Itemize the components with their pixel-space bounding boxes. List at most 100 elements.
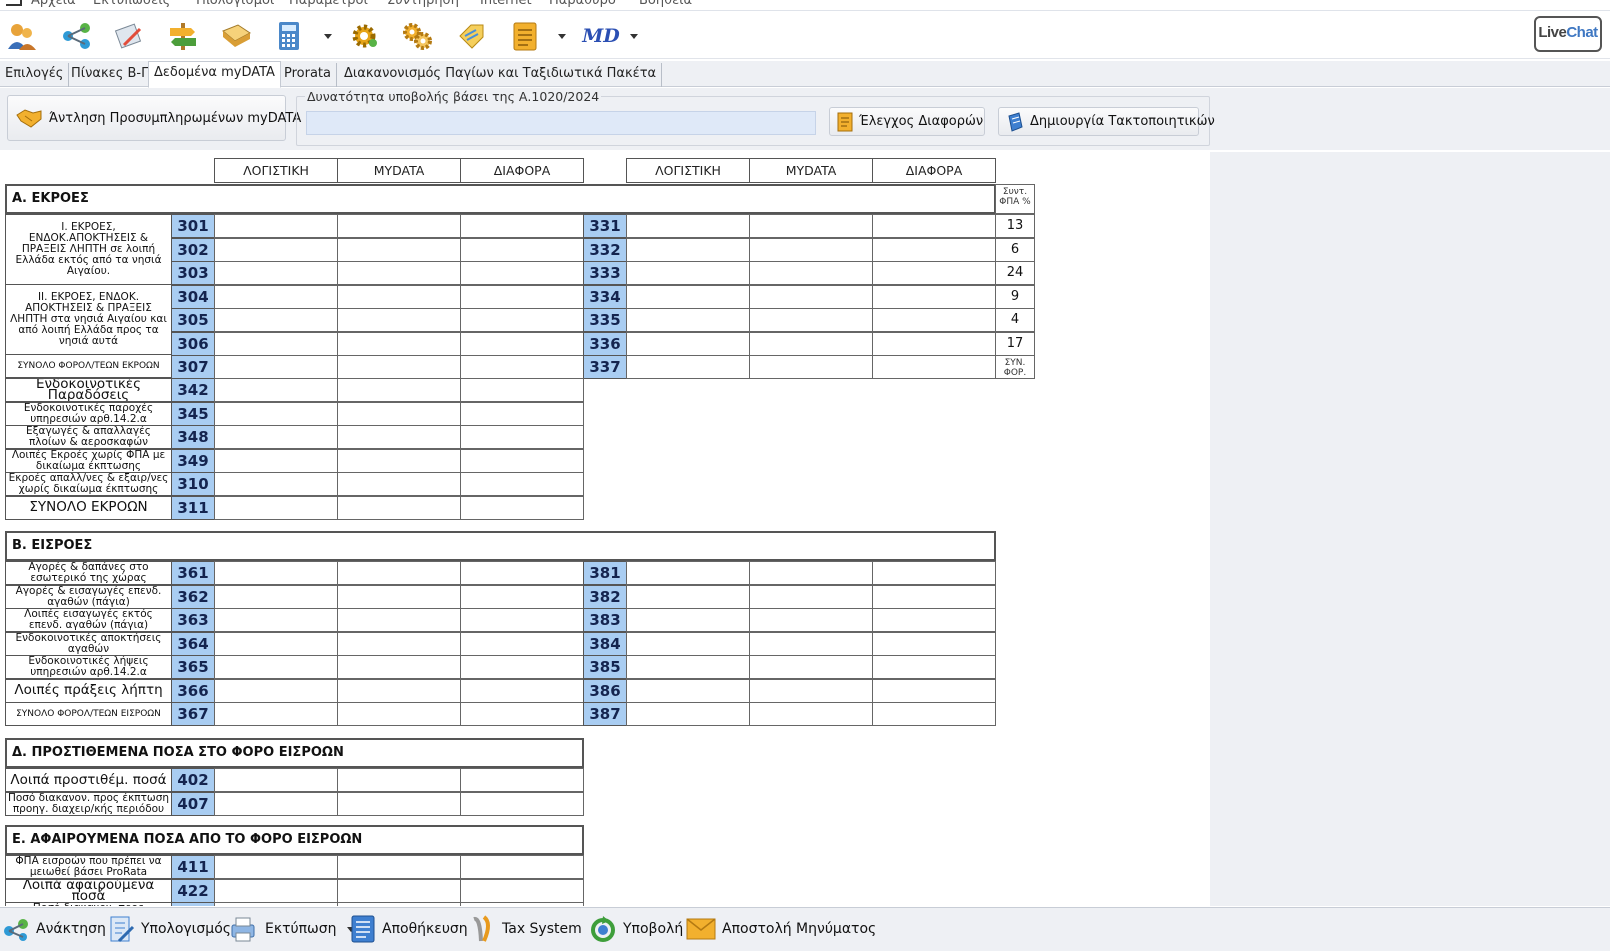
row-305-difference-cell[interactable] xyxy=(460,308,584,332)
row-307-difference-cell[interactable] xyxy=(460,355,584,379)
row-337-mydata-cell[interactable] xyxy=(749,355,873,379)
menu-parameters[interactable]: Παράμετροι xyxy=(289,0,368,11)
row-411-accounting-cell[interactable] xyxy=(214,855,338,879)
row-366-difference-cell[interactable] xyxy=(460,678,584,703)
row-362-difference-cell[interactable] xyxy=(460,584,584,609)
row-361-mydata-cell[interactable] xyxy=(337,561,461,585)
row-303-difference-cell[interactable] xyxy=(460,261,584,285)
row-331-mydata-cell[interactable] xyxy=(749,214,873,238)
row-307-accounting-cell[interactable] xyxy=(214,355,338,379)
row-383-mydata-cell[interactable] xyxy=(749,608,873,632)
row-336-mydata-cell[interactable] xyxy=(749,331,873,356)
menu-help[interactable]: Βοήθεια xyxy=(639,0,692,11)
row-384-difference-cell[interactable] xyxy=(872,631,996,656)
users-icon[interactable] xyxy=(5,20,39,52)
row-402-difference-cell[interactable] xyxy=(460,768,584,792)
row-366-accounting-cell[interactable] xyxy=(214,678,338,703)
submission-1020-field[interactable] xyxy=(306,111,816,135)
row-383-difference-cell[interactable] xyxy=(872,608,996,632)
row-335-accounting-cell[interactable] xyxy=(626,308,750,332)
signpost-icon[interactable] xyxy=(166,20,200,52)
row-385-accounting-cell[interactable] xyxy=(626,655,750,679)
check-differences-button[interactable]: Έλεγχος Διαφορών xyxy=(829,107,985,136)
row-402-accounting-cell[interactable] xyxy=(214,768,338,792)
menu-maintenance[interactable]: Συντήρηση xyxy=(387,0,459,11)
edit-document-icon[interactable] xyxy=(113,20,147,52)
row-385-mydata-cell[interactable] xyxy=(749,655,873,679)
row-411-mydata-cell[interactable] xyxy=(337,855,461,879)
row-363-accounting-cell[interactable] xyxy=(214,608,338,632)
row-366-mydata-cell[interactable] xyxy=(337,678,461,703)
row-349-difference-cell[interactable] xyxy=(460,448,584,473)
row-367-accounting-cell[interactable] xyxy=(214,702,338,726)
create-adjustments-button[interactable]: Δημιουργία Τακτοποιητικών xyxy=(998,107,1215,136)
row-361-accounting-cell[interactable] xyxy=(214,561,338,585)
tab-options[interactable]: Επιλογές xyxy=(0,63,70,87)
row-337-difference-cell[interactable] xyxy=(872,355,996,379)
tab-settlement[interactable]: Διακανονισμός Παγίων και Ταξιδιωτικά Πακ… xyxy=(339,63,663,87)
row-364-accounting-cell[interactable] xyxy=(214,631,338,656)
menu-calculations[interactable]: Υπολογισμοί xyxy=(194,0,274,11)
menu-prints[interactable]: Εκτυπώσεις xyxy=(93,0,170,11)
row-302-accounting-cell[interactable] xyxy=(214,237,338,262)
row-381-accounting-cell[interactable] xyxy=(626,561,750,585)
row-382-difference-cell[interactable] xyxy=(872,584,996,609)
row-367-difference-cell[interactable] xyxy=(460,702,584,726)
row-407-mydata-cell[interactable] xyxy=(337,791,461,816)
row-334-accounting-cell[interactable] xyxy=(626,284,750,309)
menu-window[interactable]: Παράθυρο xyxy=(549,0,616,11)
tab-tables-b-c[interactable]: Πίνακες Β-Γ xyxy=(66,63,155,87)
row-382-accounting-cell[interactable] xyxy=(626,584,750,609)
row-342-accounting-cell[interactable] xyxy=(214,378,338,402)
row-305-accounting-cell[interactable] xyxy=(214,308,338,332)
row-334-difference-cell[interactable] xyxy=(872,284,996,309)
gears-icon[interactable] xyxy=(400,20,434,52)
row-385-difference-cell[interactable] xyxy=(872,655,996,679)
menu-files[interactable]: Αρχεία xyxy=(31,0,76,11)
row-387-accounting-cell[interactable] xyxy=(626,702,750,726)
row-e2-accounting-cell[interactable] xyxy=(214,902,338,906)
row-407-difference-cell[interactable] xyxy=(460,791,584,816)
row-348-difference-cell[interactable] xyxy=(460,425,584,449)
row-387-mydata-cell[interactable] xyxy=(749,702,873,726)
row-386-difference-cell[interactable] xyxy=(872,678,996,703)
row-342-difference-cell[interactable] xyxy=(460,378,584,402)
row-422-accounting-cell[interactable] xyxy=(214,878,338,903)
tax-system-button[interactable]: Tax System xyxy=(470,914,582,944)
row-310-accounting-cell[interactable] xyxy=(214,472,338,496)
tab-mydata[interactable]: Δεδομένα myDATA xyxy=(148,61,281,88)
row-335-difference-cell[interactable] xyxy=(872,308,996,332)
row-382-mydata-cell[interactable] xyxy=(749,584,873,609)
livechat-button[interactable]: LiveChat xyxy=(1534,16,1602,52)
row-306-accounting-cell[interactable] xyxy=(214,331,338,356)
row-311-accounting-cell[interactable] xyxy=(214,495,338,520)
row-337-accounting-cell[interactable] xyxy=(626,355,750,379)
row-304-mydata-cell[interactable] xyxy=(337,284,461,309)
row-387-difference-cell[interactable] xyxy=(872,702,996,726)
row-342-mydata-cell[interactable] xyxy=(337,378,461,402)
row-304-accounting-cell[interactable] xyxy=(214,284,338,309)
row-402-mydata-cell[interactable] xyxy=(337,768,461,792)
row-422-mydata-cell[interactable] xyxy=(337,878,461,903)
row-367-mydata-cell[interactable] xyxy=(337,702,461,726)
row-362-accounting-cell[interactable] xyxy=(214,584,338,609)
row-336-difference-cell[interactable] xyxy=(872,331,996,356)
chevron-down-icon[interactable] xyxy=(556,30,568,42)
row-407-accounting-cell[interactable] xyxy=(214,791,338,816)
tag-icon[interactable] xyxy=(455,20,489,52)
row-303-accounting-cell[interactable] xyxy=(214,261,338,285)
row-383-accounting-cell[interactable] xyxy=(626,608,750,632)
calculator-icon[interactable] xyxy=(272,20,306,52)
row-336-accounting-cell[interactable] xyxy=(626,331,750,356)
row-364-difference-cell[interactable] xyxy=(460,631,584,656)
row-334-mydata-cell[interactable] xyxy=(749,284,873,309)
tab-prorata[interactable]: Prorata xyxy=(279,63,337,87)
row-345-mydata-cell[interactable] xyxy=(337,401,461,426)
row-331-difference-cell[interactable] xyxy=(872,214,996,238)
row-365-mydata-cell[interactable] xyxy=(337,655,461,679)
row-306-difference-cell[interactable] xyxy=(460,331,584,356)
send-message-button[interactable]: Αποστολή Μηνύματος xyxy=(686,914,876,944)
row-349-accounting-cell[interactable] xyxy=(214,448,338,473)
calculate-button[interactable]: Υπολογισμός xyxy=(107,914,231,944)
row-384-accounting-cell[interactable] xyxy=(626,631,750,656)
